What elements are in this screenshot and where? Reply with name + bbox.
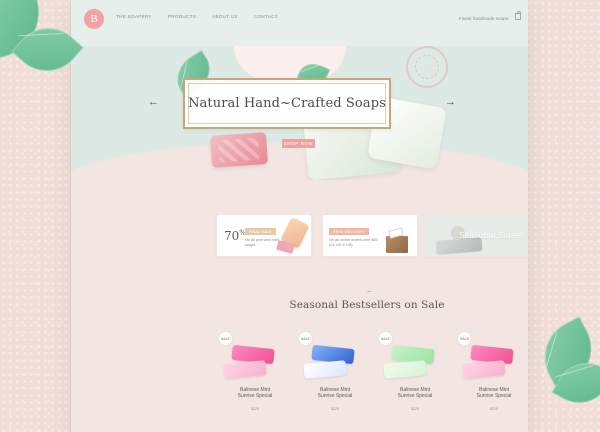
website-mockup: B THE SOAPERY PRODUCTS ABOUT US CONTACT … (71, 0, 528, 432)
promo-soap-image (275, 216, 310, 255)
product-name-line-2: Sunrise Special (397, 393, 433, 399)
nav-item-the-soapery[interactable]: THE SOAPERY (116, 14, 152, 19)
product-card[interactable]: SALE Balinese Mint Sunrise Special $2/5 (218, 331, 286, 423)
product-price: $2/5 (251, 407, 259, 411)
shopping-bag-icon[interactable] (515, 11, 521, 20)
product-name-line-2: Sunrise Special (476, 393, 512, 399)
product-card[interactable]: SALE Balinese Mint Sunrise Special $2/5 (378, 331, 446, 423)
promo-card-seasonal-sales[interactable]: Seasonal Sales! (424, 214, 528, 257)
logo-badge[interactable]: B (84, 9, 104, 29)
delivery-box-image (383, 220, 411, 253)
site-header: B THE SOAPERY PRODUCTS ABOUT US CONTACT … (71, 0, 528, 46)
product-name: Balinese Mint Sunrise Special (224, 387, 286, 399)
promo-percentage: 70% (224, 229, 246, 243)
promo-description: On all online orders over $50 (CL UK & U… (329, 238, 378, 247)
hero-cloud (234, 46, 346, 80)
product-soap-bar-bottom (223, 360, 267, 379)
product-card[interactable]: SALE Balinese Mint Sunrise Special $2/5 (457, 331, 525, 423)
promo-label: FREE DELIVERY (329, 228, 369, 235)
product-image (223, 337, 282, 381)
hero-pink-soap (209, 132, 269, 168)
promo-percentage-value: 70 (224, 229, 240, 243)
product-image (383, 337, 442, 381)
product-price: $2/5 (331, 407, 339, 411)
hero-stamp-icon (400, 46, 454, 94)
section-title: Seasonal Bestsellers on Sale (289, 299, 445, 311)
product-price: $2/5 (490, 407, 498, 411)
nav-item-about-us[interactable]: ABOUT US (212, 14, 238, 19)
product-name-line-2: Sunrise Special (317, 393, 353, 399)
product-image (462, 337, 521, 381)
shop-now-button[interactable]: SHOP NOW (282, 139, 315, 148)
sale-badge: SALE (218, 331, 233, 346)
page: { "brand": { "logo": "B", "accent_color"… (0, 0, 600, 432)
product-card[interactable]: SALE Balinese Mint Sunrise Special $2/5 (298, 331, 366, 423)
product-name-line-2: Sunrise Special (237, 393, 273, 399)
promo-label: FINAL SALE (245, 228, 276, 235)
seasonal-sales-text: Seasonal Sales! (459, 231, 523, 240)
product-soap-bar-bottom (462, 360, 506, 379)
product-soap-bar-bottom (383, 360, 427, 379)
product-price: $2/5 (411, 407, 419, 411)
product-name: Balinese Mint Sunrise Special (463, 387, 525, 399)
cart-text: Finest handmade soaps (458, 16, 508, 21)
sale-badge: SALE (457, 331, 472, 346)
hero-banner: ← → Natural Hand~Crafted Soaps SHOP NOW (71, 46, 528, 180)
sale-badge: SALE (378, 331, 393, 346)
next-arrow-icon[interactable]: → (445, 97, 456, 108)
product-name: Balinese Mint Sunrise Special (304, 387, 366, 399)
nav-item-contact[interactable]: CONTACT (254, 14, 278, 19)
product-name: Balinese Mint Sunrise Special (384, 387, 446, 399)
section-ornament: ~ (367, 289, 372, 296)
promo-card-free-delivery[interactable]: FREE DELIVERY On all online orders over … (322, 214, 418, 257)
previous-arrow-icon[interactable]: ← (148, 97, 159, 108)
sale-badge: SALE (298, 331, 313, 346)
product-soap-bar-bottom (303, 360, 347, 379)
nav-item-products[interactable]: PRODUCTS (168, 14, 196, 19)
promo-card-final-sale[interactable]: 70% FINAL SALE On all pine and mint soap… (216, 214, 312, 257)
product-image (303, 337, 362, 381)
main-navigation: THE SOAPERY PRODUCTS ABOUT US CONTACT (116, 14, 278, 19)
hero-title: Natural Hand~Crafted Soaps (188, 96, 386, 111)
hero-title-frame: Natural Hand~Crafted Soaps (183, 78, 391, 129)
